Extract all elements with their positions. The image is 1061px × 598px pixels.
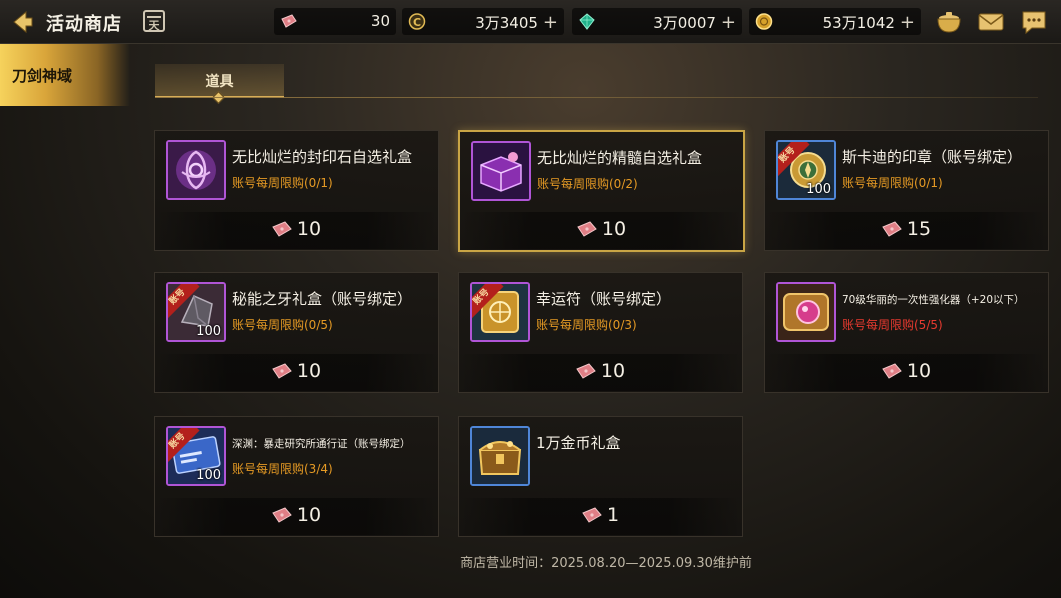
price-bar[interactable]: 1 [460, 498, 741, 535]
item-quantity: 100 [196, 468, 221, 483]
ticket-count: 30 [370, 12, 390, 30]
gold-coin-icon [755, 13, 773, 30]
add-coin-c-button[interactable]: + [543, 12, 558, 33]
item-purchase-limit: 账号每周限购(0/1) [842, 176, 943, 190]
ticket-icon [272, 363, 292, 379]
ticket-icon [577, 221, 597, 237]
item-quantity: 100 [806, 182, 831, 197]
add-gold-button[interactable]: + [900, 12, 915, 33]
sidebar-tab-label: 刀剑神域 [12, 67, 73, 85]
item-price: 10 [296, 360, 322, 382]
coin-c-icon: C [408, 13, 426, 30]
item-price: 10 [906, 360, 932, 382]
lucky-charm-icon: 账号 [470, 282, 530, 342]
item-name: 无比灿烂的封印石自选礼盒 [232, 148, 413, 166]
item-price: 15 [906, 218, 932, 240]
item-purchase-limit: 账号每周限购(0/2) [537, 177, 638, 191]
shop-item-card[interactable]: 账号 100 深渊：暴走研究所通行证（账号绑定） 账号每周限购(3/4) 10 [154, 416, 439, 537]
price-bar[interactable]: 15 [766, 212, 1047, 249]
calendar-glyph: 天 [148, 19, 160, 32]
item-purchase-limit: 账号每周限购(3/4) [232, 462, 333, 476]
gold-count: 53万1042 [822, 14, 895, 32]
price-bar[interactable]: 10 [156, 354, 437, 391]
enhancer-icon [776, 282, 836, 342]
currency-gold: 53万1042 + [749, 8, 921, 35]
svg-text:C: C [413, 16, 421, 29]
add-gem-button[interactable]: + [721, 12, 736, 33]
item-name: 斯卡迪的印章（账号绑定） [842, 148, 1023, 166]
shop-item-card[interactable]: 账号 100 斯卡迪的印章（账号绑定） 账号每周限购(0/1) 15 [764, 130, 1049, 251]
essence-box-icon [471, 141, 531, 201]
shop-item-card[interactable]: 无比灿烂的封印石自选礼盒 账号每周限购(0/1) 10 [154, 130, 439, 251]
price-bar[interactable]: 10 [460, 354, 741, 391]
ticket-icon [272, 221, 292, 237]
gold-chest-icon [470, 426, 530, 486]
currency-coin-c: C 3万3405 + [402, 8, 564, 35]
ticket-icon [576, 363, 596, 379]
item-name: 70级华丽的一次性强化器（+20以下） [842, 294, 1025, 306]
seal-stone-box-icon [166, 140, 226, 200]
price-bar[interactable]: 10 [766, 354, 1047, 391]
item-price: 10 [601, 218, 627, 240]
currency-gem: 3万0007 + [572, 8, 742, 35]
shop-item-card-selected[interactable]: 无比灿烂的精髓自选礼盒 账号每周限购(0/2) 10 [458, 130, 745, 252]
coin-c-count: 3万3405 [475, 14, 538, 32]
mail-icon[interactable] [977, 8, 1005, 36]
chat-icon[interactable] [1020, 8, 1048, 36]
item-name: 秘能之牙礼盒（账号绑定） [232, 290, 413, 308]
skadi-seal-icon: 账号 100 [776, 140, 836, 200]
currency-ticket: 30 [274, 8, 396, 35]
shop-item-card[interactable]: 70级华丽的一次性强化器（+20以下） 账号每周限购(5/5) 10 [764, 272, 1049, 393]
price-bar[interactable]: 10 [156, 212, 437, 249]
page-title: 活动商店 [46, 14, 122, 35]
calendar-icon[interactable]: 天 [143, 10, 165, 32]
ticket-icon [582, 507, 602, 523]
item-name: 1万金币礼盒 [536, 434, 621, 452]
item-name: 幸运符（账号绑定） [536, 290, 672, 308]
top-bar: 活动商店 天 30 C 3万3405 + 3万0007 + 53万1042 + [0, 0, 1061, 44]
ticket-icon [272, 507, 292, 523]
item-name: 无比灿烂的精髓自选礼盒 [537, 149, 703, 167]
shop-hours-text: 商店营业时间：2025.08.20—2025.09.30维护前 [460, 556, 752, 571]
shop-item-card[interactable]: 1万金币礼盒 1 [458, 416, 743, 537]
item-price: 10 [296, 218, 322, 240]
sidebar-tab-sword-art[interactable]: 刀剑神域 [0, 44, 130, 106]
item-purchase-limit: 账号每周限购(0/1) [232, 176, 333, 190]
tab-items[interactable]: 道具 [155, 64, 284, 104]
price-bar[interactable]: 10 [461, 212, 742, 249]
shop-item-card[interactable]: 账号 100 秘能之牙礼盒（账号绑定） 账号每周限购(0/5) 10 [154, 272, 439, 393]
arcane-fang-box-icon: 账号 100 [166, 282, 226, 342]
item-price: 10 [600, 360, 626, 382]
item-name: 深渊：暴走研究所通行证（账号绑定） [232, 438, 411, 450]
ticket-icon [281, 14, 297, 28]
tab-divider [155, 97, 1038, 98]
item-quantity: 100 [196, 324, 221, 339]
green-gem-icon [579, 13, 595, 30]
gem-count: 3万0007 [653, 14, 716, 32]
item-purchase-limit: 账号每周限购(0/3) [536, 318, 637, 332]
pot-icon[interactable] [935, 8, 963, 36]
ticket-icon [882, 221, 902, 237]
tab-items-label: 道具 [205, 74, 234, 90]
item-price: 10 [296, 504, 322, 526]
item-purchase-limit: 账号每周限购(0/5) [232, 318, 333, 332]
item-purchase-limit: 账号每周限购(5/5) [842, 318, 943, 332]
abyss-pass-icon: 账号 100 [166, 426, 226, 486]
shop-item-card[interactable]: 账号 幸运符（账号绑定） 账号每周限购(0/3) 10 [458, 272, 743, 393]
item-price: 1 [606, 504, 620, 526]
ticket-icon [882, 363, 902, 379]
price-bar[interactable]: 10 [156, 498, 437, 535]
back-arrow-icon[interactable] [8, 8, 36, 36]
